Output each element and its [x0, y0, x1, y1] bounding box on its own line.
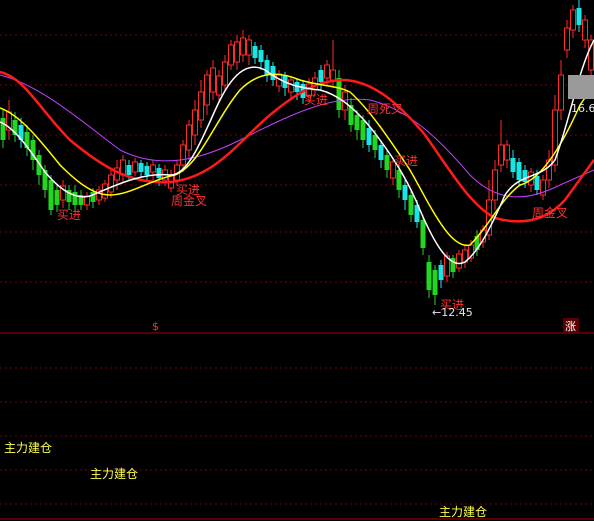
candle-body: [366, 128, 372, 145]
candlesticks: [0, 0, 594, 305]
candle-body: [354, 115, 360, 130]
candle-body: [324, 64, 330, 79]
candle-body: [384, 155, 390, 170]
candle-body: [504, 144, 510, 161]
candle-body: [408, 195, 414, 215]
candle-body: [558, 74, 564, 111]
candle-body: [516, 162, 522, 180]
candle-body: [0, 118, 6, 140]
stock-chart-screen: 买进 周金叉 买进 买进 周死叉 买进 买进 周金叉 ←12.45 16.6 $…: [0, 0, 594, 521]
grid-lines: [0, 34, 594, 520]
rise-mark: 涨: [565, 320, 576, 333]
candle-body: [564, 27, 570, 51]
signal-buy-1: 买进: [57, 208, 81, 222]
candle-body: [222, 61, 228, 86]
candle-body: [522, 170, 528, 182]
candle-body: [420, 220, 426, 248]
candle-body: [72, 192, 78, 205]
candle-body: [426, 262, 432, 290]
candle-body: [216, 75, 222, 96]
candle-body: [372, 135, 378, 150]
candle-body: [402, 185, 408, 200]
candle-body: [396, 170, 402, 190]
candle-body: [336, 78, 342, 110]
build-label-1: 主力建仓: [4, 441, 52, 455]
candle-body: [570, 9, 576, 31]
candle-body: [228, 44, 234, 66]
candle-body: [270, 66, 276, 80]
build-label-3: 主力建仓: [439, 505, 487, 519]
candle-body: [534, 176, 540, 190]
candle-body: [510, 158, 516, 172]
candle-body: [576, 8, 582, 25]
candle-body: [126, 165, 132, 175]
signal-buy-4: 买进: [394, 154, 418, 168]
candle-body: [360, 120, 366, 140]
signal-buy-3: 买进: [304, 93, 328, 107]
build-label-2: 主力建仓: [90, 467, 138, 481]
candle-body: [240, 37, 246, 56]
candle-body: [258, 50, 264, 62]
candle-body: [156, 168, 162, 178]
candle-body: [144, 166, 150, 175]
candle-body: [378, 145, 384, 160]
candle-body: [108, 174, 114, 193]
signal-death-cross: 周死叉: [367, 102, 403, 116]
candle-body: [48, 180, 54, 210]
low-price-marker: ←12.45: [432, 306, 473, 319]
candle-body: [204, 74, 210, 106]
candle-body: [54, 190, 60, 205]
candle-body: [288, 79, 294, 93]
candle-body: [498, 144, 504, 166]
candle-body: [234, 41, 240, 63]
candle-body: [492, 169, 498, 201]
high-price-marker: 16.6: [571, 102, 594, 115]
candle-body: [582, 19, 588, 41]
candle-body: [432, 270, 438, 295]
candle-body: [456, 253, 462, 269]
candle-body: [252, 46, 258, 58]
candle-body: [210, 67, 216, 93]
candle-body: [198, 91, 204, 121]
candle-body: [138, 163, 144, 172]
stock-chart-canvas[interactable]: 买进 周金叉 买进 买进 周死叉 买进 买进 周金叉 ←12.45 16.6 $…: [0, 0, 594, 521]
signal-golden-cross-2: 周金叉: [532, 205, 568, 220]
high-price-highlight: [568, 75, 594, 99]
candle-body: [318, 70, 324, 82]
candle-body: [150, 164, 156, 173]
candle-body: [180, 144, 186, 166]
candle-body: [246, 39, 252, 56]
dollar-mark: $: [152, 320, 159, 333]
candle-body: [192, 109, 198, 136]
candle-body: [186, 124, 192, 151]
candle-body: [438, 265, 444, 280]
candle-body: [132, 161, 138, 173]
signal-buy-2: 买进: [176, 183, 200, 197]
candle-body: [330, 69, 336, 81]
